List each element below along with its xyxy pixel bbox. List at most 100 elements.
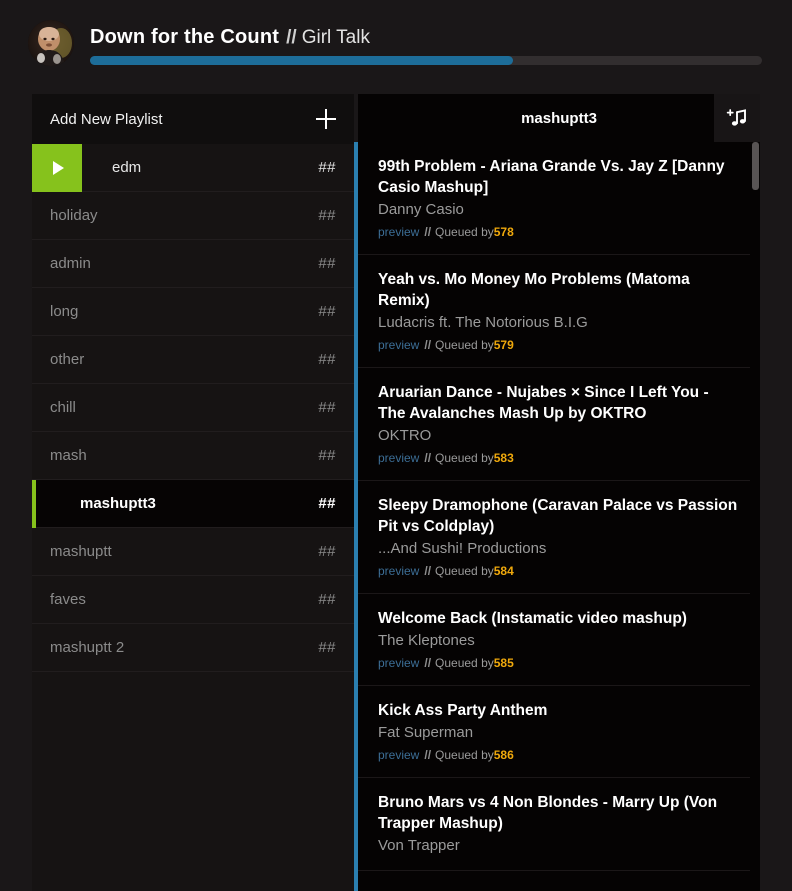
track-artist: Von Trapper — [378, 837, 460, 854]
playlist-item-chill[interactable]: chill ## — [32, 384, 354, 432]
track-meta-separator: // — [424, 748, 432, 762]
track-title: 99th Problem - Ariana Grande Vs. Jay Z [… — [378, 158, 725, 196]
playlist-item-label: long — [50, 303, 79, 320]
tracks-panel-title: mashuptt3 — [521, 109, 597, 127]
playlist-list: edm ## holiday ## admin ## long ## other ## chill #… — [32, 143, 354, 672]
playlist-item-label: mashuptt 2 — [50, 639, 125, 656]
playlist-item-holiday[interactable]: holiday ## — [32, 192, 354, 240]
track-row[interactable]: Bruno Mars vs 4 Non Blondes - Marry Up (… — [358, 778, 760, 871]
add-new-playlist-button[interactable]: Add New Playlist — [32, 94, 354, 144]
track-queued-by-user[interactable]: 584 — [494, 564, 514, 578]
track-row[interactable]: 99th Problem - Ariana Grande Vs. Jay Z [… — [358, 142, 760, 255]
playlist-item-count: ## — [318, 543, 336, 560]
track-queued-by-label: Queued by — [435, 564, 494, 578]
track-preview-link[interactable]: preview — [378, 656, 419, 670]
playlist-item-other[interactable]: other ## — [32, 336, 354, 384]
playlist-item-count: ## — [318, 351, 336, 368]
user-avatar-photo — [28, 20, 74, 66]
plus-icon[interactable] — [316, 109, 336, 129]
now-playing-artist: Girl Talk — [301, 27, 370, 48]
track-meta: preview //Queued by586 — [378, 746, 738, 764]
playlist-item-edm[interactable]: edm ## — [32, 143, 354, 192]
track-queued-by-label: Queued by — [435, 451, 494, 465]
track-preview-link[interactable]: preview — [378, 451, 419, 465]
track-row[interactable]: Yeah vs. Mo Money Mo Problems (Matoma Re… — [358, 255, 760, 368]
track-meta: preview //Queued by579 — [378, 336, 738, 354]
playlist-item-count: ## — [318, 399, 336, 416]
playback-progress-bar[interactable] — [90, 56, 762, 65]
track-title: Yeah vs. Mo Money Mo Problems (Matoma Re… — [378, 271, 690, 309]
tracks-scrollbar-track[interactable] — [750, 142, 760, 891]
track-preview-link[interactable]: preview — [378, 225, 419, 239]
playlist-item-mashuptt3[interactable]: mashuptt3 ## — [32, 479, 354, 528]
track-artist: ...And Sushi! Productions — [378, 540, 547, 557]
playlist-item-mash[interactable]: mash ## — [32, 432, 354, 480]
track-artist: Fat Superman — [378, 724, 474, 741]
track-artist: OKTRO — [378, 427, 432, 444]
play-triangle-icon — [53, 160, 64, 175]
track-row[interactable]: Welcome Back (Instamatic video mashup) Th… — [358, 594, 760, 686]
track-meta: preview //Queued by584 — [378, 562, 738, 580]
tracks-list: 99th Problem - Ariana Grande Vs. Jay Z [… — [358, 142, 760, 871]
add-music-button[interactable] — [714, 94, 760, 142]
playlist-item-label: chill — [50, 399, 76, 416]
add-new-playlist-label: Add New Playlist — [50, 110, 163, 128]
track-queued-by-user[interactable]: 578 — [494, 225, 514, 239]
track-queued-by-user[interactable]: 583 — [494, 451, 514, 465]
now-playing-title: Down for the Count — [90, 26, 280, 48]
track-preview-link[interactable]: preview — [378, 748, 419, 762]
playlist-item-mashuptt-2[interactable]: mashuptt 2 ## — [32, 624, 354, 672]
track-row[interactable]: Kick Ass Party Anthem Fat Superman preview… — [358, 686, 760, 778]
playlist-item-count: ## — [318, 207, 336, 224]
track-meta-separator: // — [424, 564, 432, 578]
playlist-item-faves[interactable]: faves ## — [32, 576, 354, 624]
track-title: Bruno Mars vs 4 Non Blondes - Marry Up (… — [378, 794, 718, 832]
avatar — [28, 20, 74, 66]
add-music-note-icon — [726, 109, 746, 126]
track-row[interactable]: Sleepy Dramophone (Caravan Palace vs Pas… — [358, 481, 760, 594]
track-artist: The Kleptones — [378, 632, 475, 649]
track-meta-separator: // — [424, 451, 432, 465]
track-queued-by-user[interactable]: 579 — [494, 338, 514, 352]
playlist-item-label: mash — [50, 447, 87, 464]
track-row[interactable]: Aruarian Dance - Nujabes × Since I Left … — [358, 368, 760, 481]
playlist-item-count: ## — [318, 303, 336, 320]
playlist-item-count: ## — [318, 495, 336, 512]
playlist-item-label: faves — [50, 591, 86, 608]
playlist-item-label: admin — [50, 255, 91, 272]
playlist-item-label: other — [50, 351, 85, 368]
app-root: Down for the Count//Girl Talk Add New Pl… — [0, 0, 792, 891]
tracks-panel: mashuptt3 99th Problem - Ariana Grande V… — [358, 94, 760, 891]
playlist-item-admin[interactable]: admin ## — [32, 240, 354, 288]
playlist-item-count: ## — [318, 255, 336, 272]
now-playing-separator: // — [286, 27, 297, 48]
now-playing-bar: Down for the Count //Girl Talk — [0, 0, 792, 90]
track-meta-separator: // — [424, 225, 432, 239]
track-title: Sleepy Dramophone (Caravan Palace vs Pas… — [378, 497, 738, 535]
playback-progress-fill — [90, 56, 514, 65]
track-preview-link[interactable]: preview — [378, 564, 419, 578]
playlist-item-label: mashuptt — [50, 543, 112, 560]
track-preview-link[interactable]: preview — [378, 338, 419, 352]
track-title: Kick Ass Party Anthem — [378, 702, 548, 719]
playlist-item-count: ## — [318, 447, 336, 464]
playlist-item-label: edm — [112, 159, 142, 176]
playlist-item-count: ## — [318, 639, 336, 656]
track-queued-by-label: Queued by — [435, 748, 494, 762]
now-playing-text: Down for the Count //Girl Talk — [90, 23, 370, 53]
playlist-item-mashuptt[interactable]: mashuptt ## — [32, 528, 354, 576]
track-artist: Danny Casio — [378, 201, 464, 218]
playlist-item-label: mashuptt3 — [80, 495, 156, 512]
playlist-item-label: holiday — [50, 207, 98, 224]
tracks-scrollbar-thumb[interactable] — [752, 142, 759, 190]
track-title: Aruarian Dance - Nujabes × Since I Left … — [378, 384, 709, 422]
track-queued-by-user[interactable]: 585 — [494, 656, 514, 670]
playlist-item-long[interactable]: long ## — [32, 288, 354, 336]
playlist-play-button[interactable] — [32, 143, 82, 192]
track-title: Welcome Back (Instamatic video mashup) — [378, 610, 687, 627]
track-meta: preview //Queued by583 — [378, 449, 738, 467]
track-artist: Ludacris ft. The Notorious B.I.G — [378, 314, 588, 331]
track-queued-by-user[interactable]: 586 — [494, 748, 514, 762]
track-meta-separator: // — [424, 656, 432, 670]
track-queued-by-label: Queued by — [435, 225, 494, 239]
